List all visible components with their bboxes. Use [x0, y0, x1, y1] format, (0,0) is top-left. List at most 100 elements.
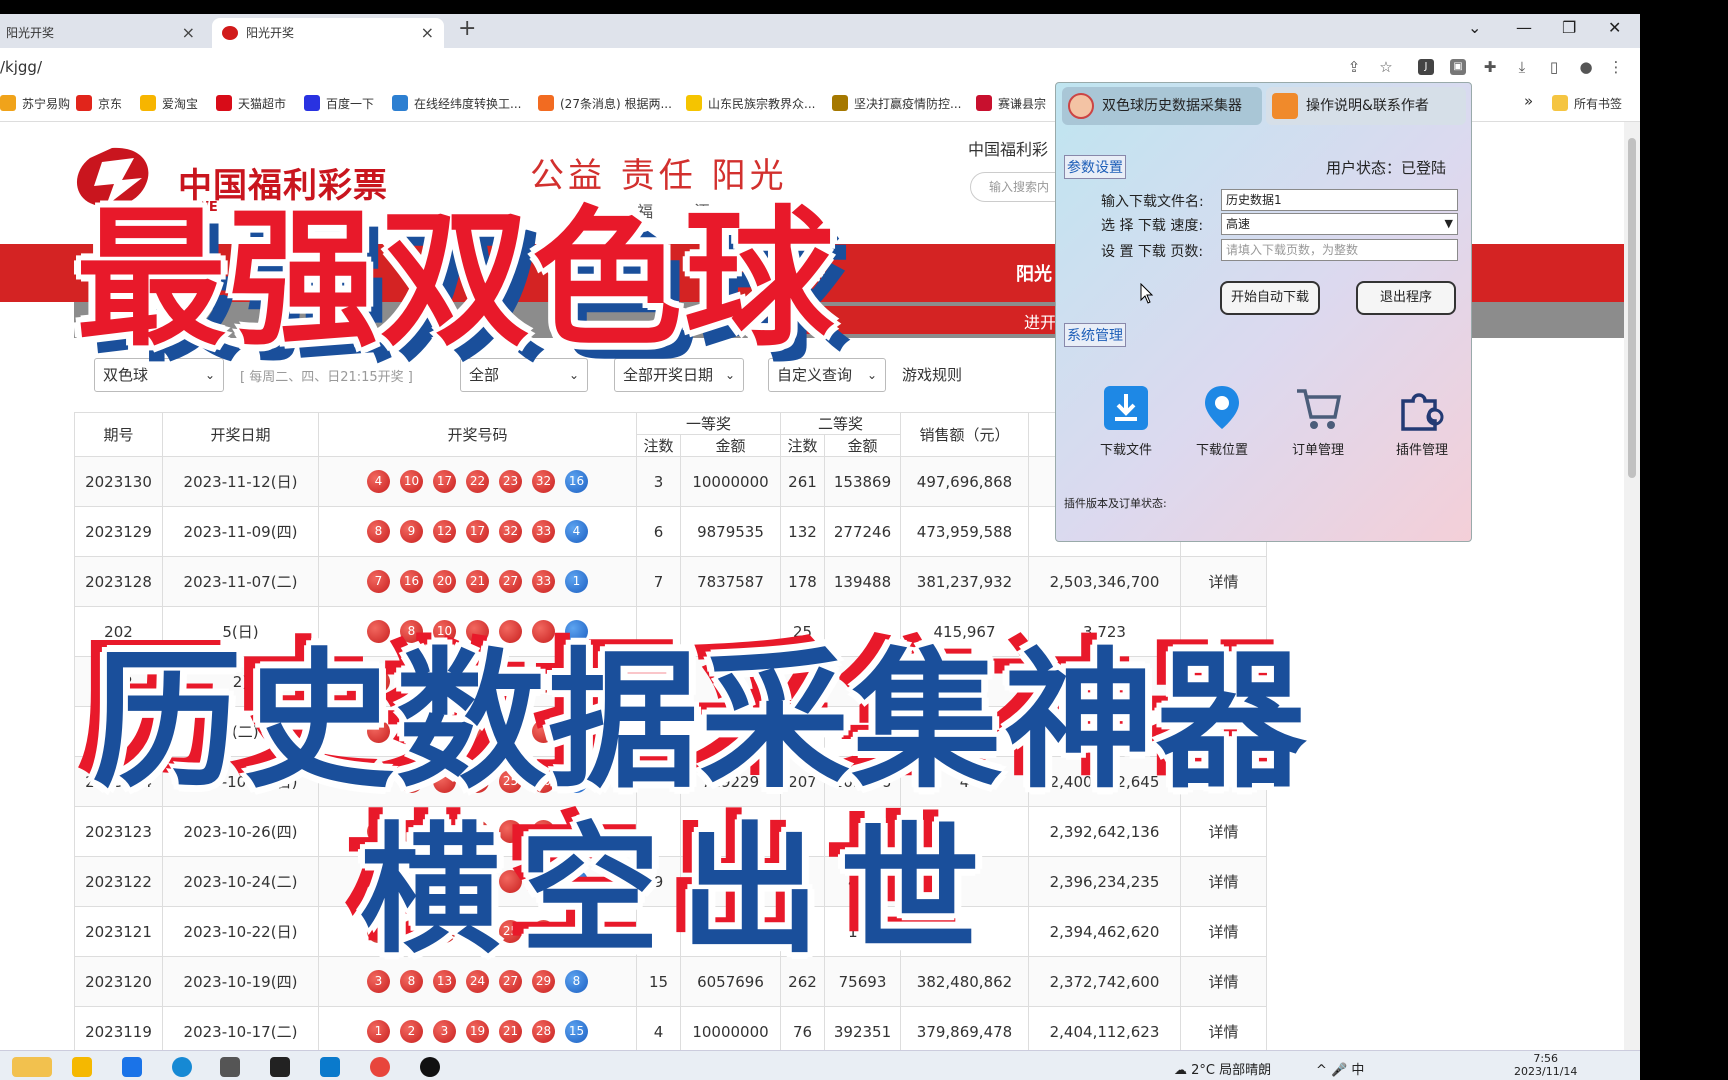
new-tab-button[interactable]: + [458, 16, 476, 41]
collector-plugin-panel: 双色球历史数据采集器 操作说明&联系作者 参数设置 用户状态：已登陆 输入下载文… [1055, 82, 1472, 542]
scrollbar-thumb[interactable] [1628, 138, 1636, 478]
cell-first-bets: 3 [636, 456, 681, 507]
profile-avatar-icon[interactable]: ● [1576, 57, 1596, 77]
sub-nav-item[interactable]: 进开 [1024, 309, 1056, 333]
chrome-icon[interactable] [370, 1057, 390, 1077]
tab-close-icon[interactable]: × [421, 18, 434, 48]
bookmarks-overflow-button[interactable]: » [1524, 92, 1533, 110]
col-first-amount: 金额 [680, 434, 781, 457]
bookmark-item[interactable]: 赛谦县宗 [976, 95, 1046, 112]
extension-icon[interactable]: ▣ [1450, 59, 1466, 75]
plugin-avatar-icon [1068, 93, 1094, 119]
table-row: 2023128 2023-11-07(二) 7 16 20 21 27 33 1 7 7837587… [74, 556, 1267, 607]
file-explorer-icon[interactable] [72, 1057, 92, 1077]
cell-issue: 2023128 [74, 556, 163, 607]
vscode-icon[interactable] [320, 1057, 340, 1077]
bookmark-favicon-icon [686, 95, 702, 111]
speed-select[interactable]: 高速 ▼ [1221, 213, 1458, 235]
red-ball: 1 [367, 1020, 390, 1043]
col-numbers: 开奖号码 [318, 412, 637, 457]
bookmark-item[interactable]: 天猫超市 [216, 95, 286, 112]
filename-input[interactable]: 历史数据1 [1221, 189, 1458, 211]
app-icon[interactable] [220, 1057, 240, 1077]
bookmark-item[interactable]: 坚决打赢疫情防控... [832, 95, 961, 112]
headline-line-3: 横空出世 [360, 810, 1001, 973]
red-ball: 17 [466, 520, 489, 543]
cell-pool: 2,396,234,235 [1028, 856, 1181, 907]
start-download-button[interactable]: 开始自动下载 [1220, 281, 1320, 315]
detail-link[interactable]: 详情 [1180, 956, 1267, 1007]
location-pin-icon [1205, 386, 1239, 429]
bookmark-item[interactable]: 苏宁易购 [0, 95, 70, 112]
tab-collector[interactable]: 双色球历史数据采集器 [1062, 87, 1262, 125]
cell-issue: 2023120 [74, 956, 163, 1007]
share-icon[interactable]: ⇪ [1344, 57, 1364, 77]
bookmark-item[interactable]: 百度一下 [304, 95, 374, 112]
red-ball: 10 [400, 470, 423, 493]
menu-kebab-icon[interactable]: ⋮ [1606, 57, 1626, 77]
tab-search-dropdown-icon[interactable]: ⌄ [1468, 18, 1481, 37]
col-first-prize: 一等奖 [636, 412, 781, 435]
tab-active[interactable]: 阳光开奖 × [212, 18, 444, 48]
red-ball: 22 [466, 470, 489, 493]
system-clock[interactable]: 7:56 2023/11/14 [1514, 1052, 1577, 1078]
detail-link[interactable]: 详情 [1180, 556, 1267, 607]
detail-link[interactable]: 详情 [1180, 906, 1267, 957]
extension-icon[interactable]: J [1418, 59, 1434, 75]
bookmark-favicon-icon [216, 95, 232, 111]
all-bookmarks-folder[interactable]: 所有书签 [1552, 95, 1622, 112]
org-label: 中国福利彩 [968, 140, 1049, 159]
red-ball: 33 [532, 520, 555, 543]
red-ball: 33 [532, 570, 555, 593]
red-ball: 28 [532, 1020, 555, 1043]
col-second-prize: 二等奖 [780, 412, 901, 435]
order-management-tool[interactable]: 订单管理 [1278, 383, 1358, 458]
download-file-tool[interactable]: 下载文件 [1086, 383, 1166, 458]
speed-label: 选 择 下载 速度: [1101, 218, 1204, 234]
system-tray[interactable]: ^ 🎤 中 [1316, 1059, 1364, 1078]
detail-link[interactable]: 详情 [1180, 856, 1267, 907]
bookmark-star-icon[interactable]: ☆ [1376, 57, 1396, 77]
cell-pool: 2,503,346,700 [1028, 556, 1181, 607]
blue-ball: 4 [565, 520, 588, 543]
minimize-button[interactable]: — [1516, 18, 1532, 37]
edge-icon[interactable] [172, 1057, 192, 1077]
detail-link[interactable]: 详情 [1180, 1006, 1267, 1050]
cell-first-amount: 7837587 [680, 556, 781, 607]
game-rules-link[interactable]: 游戏规则 [902, 364, 962, 385]
terminal-icon[interactable] [270, 1057, 290, 1077]
cell-second-amount: 277246 [824, 506, 901, 557]
pages-label: 设 置 下载 页数: [1101, 244, 1204, 260]
puzzle-extensions-icon[interactable]: ✚ [1480, 57, 1500, 77]
download-icon[interactable]: ⤓ [1512, 57, 1532, 77]
pages-input[interactable]: 请填入下载页数，为整数 [1221, 239, 1458, 261]
download-location-tool[interactable]: 下载位置 [1182, 383, 1262, 458]
bookmark-item[interactable]: 在线经纬度转换工... [392, 95, 521, 112]
plugin-management-tool[interactable]: 插件管理 [1382, 383, 1462, 458]
cell-date: 2023-11-07(二) [162, 556, 319, 607]
recorder-icon[interactable] [420, 1057, 440, 1077]
col-second-bets: 注数 [780, 434, 825, 457]
restore-button[interactable]: ❐ [1562, 18, 1576, 37]
plugin-gear-icon [1401, 393, 1444, 431]
bookmark-favicon-icon [832, 95, 848, 111]
bookmark-item[interactable]: 爱淘宝 [140, 95, 198, 112]
page-scrollbar[interactable] [1624, 122, 1640, 1050]
mail-icon[interactable] [122, 1057, 142, 1077]
tab-help-contact[interactable]: 操作说明&联系作者 [1266, 87, 1466, 125]
url-field[interactable]: /kjgg/ [0, 58, 42, 76]
lottery-favicon-icon [222, 26, 238, 40]
bookmark-item[interactable]: (27条消息) 根据两... [538, 95, 672, 112]
cell-first-bets: 6 [636, 506, 681, 557]
taskbar-app-icon[interactable] [12, 1057, 52, 1077]
plugin-version-status: 插件版本及订单状态: [1064, 497, 1167, 510]
tab-close-icon[interactable]: × [182, 18, 195, 48]
nav-item-sunshine[interactable]: 阳光 [1016, 260, 1052, 286]
tab-inactive[interactable]: 阳光开奖 × [0, 18, 205, 48]
bookmark-item[interactable]: 山东民族宗教界众... [686, 95, 815, 112]
exit-program-button[interactable]: 退出程序 [1356, 281, 1456, 315]
side-panel-icon[interactable]: ▯ [1544, 57, 1564, 77]
close-window-button[interactable]: ✕ [1608, 18, 1621, 37]
bookmark-item[interactable]: 京东 [76, 95, 122, 112]
weather-widget[interactable]: ☁ 2°C 局部晴朗 [1174, 1059, 1271, 1078]
